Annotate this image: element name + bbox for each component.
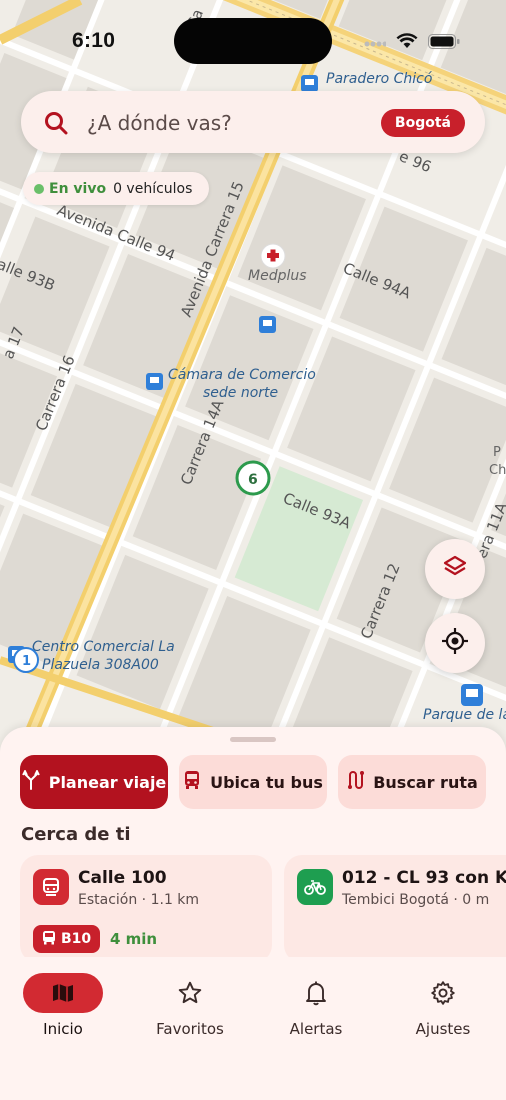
svg-text:1: 1 <box>22 654 31 669</box>
station-subtitle: Estación · 1.1 km <box>78 892 200 908</box>
nav-item-ajustes[interactable]: Ajustes <box>380 973 506 1043</box>
bus-stop-icon[interactable] <box>259 316 276 333</box>
label-medplus: Medplus <box>248 268 307 284</box>
dynamic-island <box>174 18 332 64</box>
bus-station-icon <box>33 869 69 905</box>
vehicle-count: 0 vehículos <box>113 180 193 197</box>
sheet-drag-handle[interactable] <box>230 737 276 742</box>
label-edge-p: P <box>493 445 501 460</box>
search-route-button[interactable]: Buscar ruta <box>338 755 486 809</box>
bicycle-icon <box>297 869 333 905</box>
route-code: B10 <box>61 931 92 947</box>
layers-icon <box>442 554 468 585</box>
locate-bus-label: Ubica tu bus <box>210 772 323 792</box>
plan-trip-button[interactable]: Planear viaje <box>20 755 168 809</box>
label-camara-1: Cámara de Comercio <box>168 367 316 383</box>
wifi-icon <box>396 33 418 54</box>
my-location-button[interactable] <box>425 613 485 673</box>
live-dot-icon <box>34 183 44 194</box>
fork-route-icon <box>21 768 40 794</box>
crosshair-icon <box>441 627 469 660</box>
nav-item-inicio[interactable]: Inicio <box>0 973 126 1043</box>
label-centro-1: Centro Comercial La <box>32 639 175 655</box>
city-selector-button[interactable]: Bogotá <box>380 109 465 137</box>
status-bar: 6:10 <box>0 0 506 84</box>
label-edge-ch: Ch <box>489 463 506 478</box>
nav-label-ajustes: Ajustes <box>415 1020 471 1038</box>
bike-station-name: 012 - CL 93 con KR <box>342 868 506 888</box>
nearby-card-bike[interactable]: 012 - CL 93 con KR Tembici Bogotá · 0 m <box>284 855 506 963</box>
stop-count-badge[interactable]: 1 <box>13 647 39 673</box>
bus-icon <box>42 930 56 949</box>
bus-stop-icon[interactable] <box>461 684 483 706</box>
nav-label-alertas: Alertas <box>289 1020 343 1038</box>
label-centro-2: Plazuela 308A00 <box>42 657 159 673</box>
status-time: 6:10 <box>72 29 116 52</box>
vehicle-cluster-marker[interactable]: 6 <box>235 460 271 496</box>
nearby-title: Cerca de ti <box>21 824 131 845</box>
search-icon <box>43 110 69 141</box>
label-parque: Parque de la <box>423 707 506 723</box>
battery-icon <box>428 33 460 54</box>
nav-item-favoritos[interactable]: Favoritos <box>127 973 253 1043</box>
live-label: En vivo <box>49 180 107 197</box>
search-input[interactable] <box>85 105 389 141</box>
gear-icon <box>403 973 483 1013</box>
route-badge[interactable]: B10 <box>33 925 101 953</box>
bell-icon <box>276 973 356 1013</box>
bottom-navigation: Inicio Favoritos Alertas Ajustes <box>0 957 506 1100</box>
search-bar[interactable]: Bogotá <box>21 91 485 153</box>
bike-station-subtitle: Tembici Bogotá · 0 m <box>342 892 490 908</box>
nearby-card-station[interactable]: Calle 100 Estación · 1.1 km B10 4 min <box>20 855 272 963</box>
plan-trip-label: Planear viaje <box>48 772 167 792</box>
signal-icon <box>364 35 388 53</box>
station-name: Calle 100 <box>78 868 167 888</box>
nav-label-inicio: Inicio <box>43 1020 83 1038</box>
locate-bus-button[interactable]: Ubica tu bus <box>179 755 327 809</box>
bus-stop-icon[interactable] <box>146 373 163 390</box>
route-icon <box>346 770 365 794</box>
nav-item-alertas[interactable]: Alertas <box>253 973 379 1043</box>
live-status-chip: En vivo 0 vehículos <box>23 172 209 205</box>
star-icon <box>150 973 230 1013</box>
svg-text:6: 6 <box>248 472 258 488</box>
label-camara-2: sede norte <box>203 385 278 401</box>
map-icon <box>23 973 103 1013</box>
bus-icon <box>183 770 201 794</box>
search-route-label: Buscar ruta <box>373 772 478 792</box>
layers-button[interactable] <box>425 539 485 599</box>
arrival-eta: 4 min <box>110 930 158 948</box>
nav-label-favoritos: Favoritos <box>156 1020 224 1038</box>
